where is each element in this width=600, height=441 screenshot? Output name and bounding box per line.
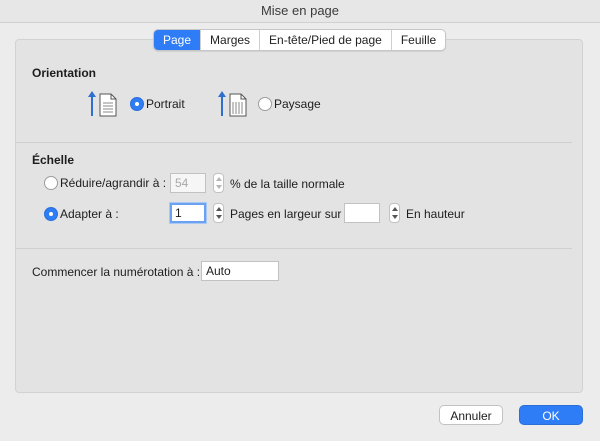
numbering-start-field[interactable]: Auto: [201, 261, 279, 281]
reduce-stepper-icon[interactable]: [213, 173, 224, 193]
reduce-label[interactable]: Réduire/agrandir à :: [60, 176, 166, 190]
reduce-radio[interactable]: [44, 176, 58, 190]
tab-bar: Page Marges En-tête/Pied de page Feuille: [153, 29, 447, 51]
landscape-radio[interactable]: [258, 97, 272, 111]
tab-page[interactable]: Page: [154, 30, 201, 50]
fit-radio[interactable]: [44, 207, 58, 221]
reduce-percent-field[interactable]: 54: [170, 173, 206, 193]
landscape-label[interactable]: Paysage: [274, 97, 321, 111]
cancel-button[interactable]: Annuler: [439, 405, 503, 425]
fit-label[interactable]: Adapter à :: [60, 207, 119, 221]
numbering-label: Commencer la numérotation à :: [32, 265, 201, 279]
tab-marges[interactable]: Marges: [200, 30, 259, 50]
fit-tall-stepper-icon[interactable]: [389, 203, 400, 223]
portrait-label[interactable]: Portrait: [146, 97, 185, 111]
fit-tall-suffix: En hauteur: [406, 207, 465, 221]
orientation-title: Orientation: [32, 66, 97, 80]
tab-header-footer[interactable]: En-tête/Pied de page: [259, 30, 391, 50]
separator: [16, 248, 572, 249]
separator: [16, 142, 572, 143]
reduce-suffix: % de la taille normale: [230, 177, 345, 191]
fit-wide-stepper-icon[interactable]: [213, 203, 224, 223]
fit-wide-suffix: Pages en largeur sur: [230, 207, 342, 221]
portrait-radio[interactable]: [130, 97, 144, 111]
landscape-page-icon: [218, 91, 247, 117]
portrait-page-icon: [88, 91, 117, 117]
tab-feuille[interactable]: Feuille: [390, 30, 445, 50]
window-title: Mise en page: [0, 0, 600, 23]
fit-tall-field[interactable]: [344, 203, 380, 223]
scale-title: Échelle: [32, 153, 75, 167]
fit-wide-field[interactable]: 1: [170, 203, 206, 223]
ok-button[interactable]: OK: [519, 405, 583, 425]
